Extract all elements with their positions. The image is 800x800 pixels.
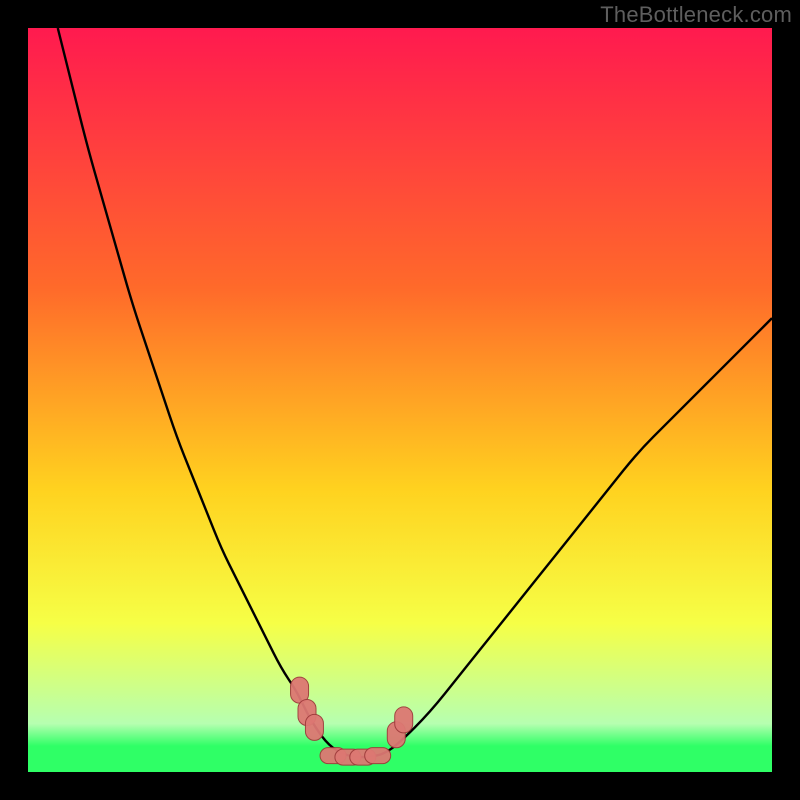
chart-frame: TheBottleneck.com [0,0,800,800]
gradient-background [28,28,772,772]
chart-svg [28,28,772,772]
bottom-bar-4 [365,748,391,764]
watermark-label: TheBottleneck.com [600,2,792,28]
plot-area [28,28,772,772]
left-cluster-3 [305,714,323,740]
right-cluster-2 [395,707,413,733]
